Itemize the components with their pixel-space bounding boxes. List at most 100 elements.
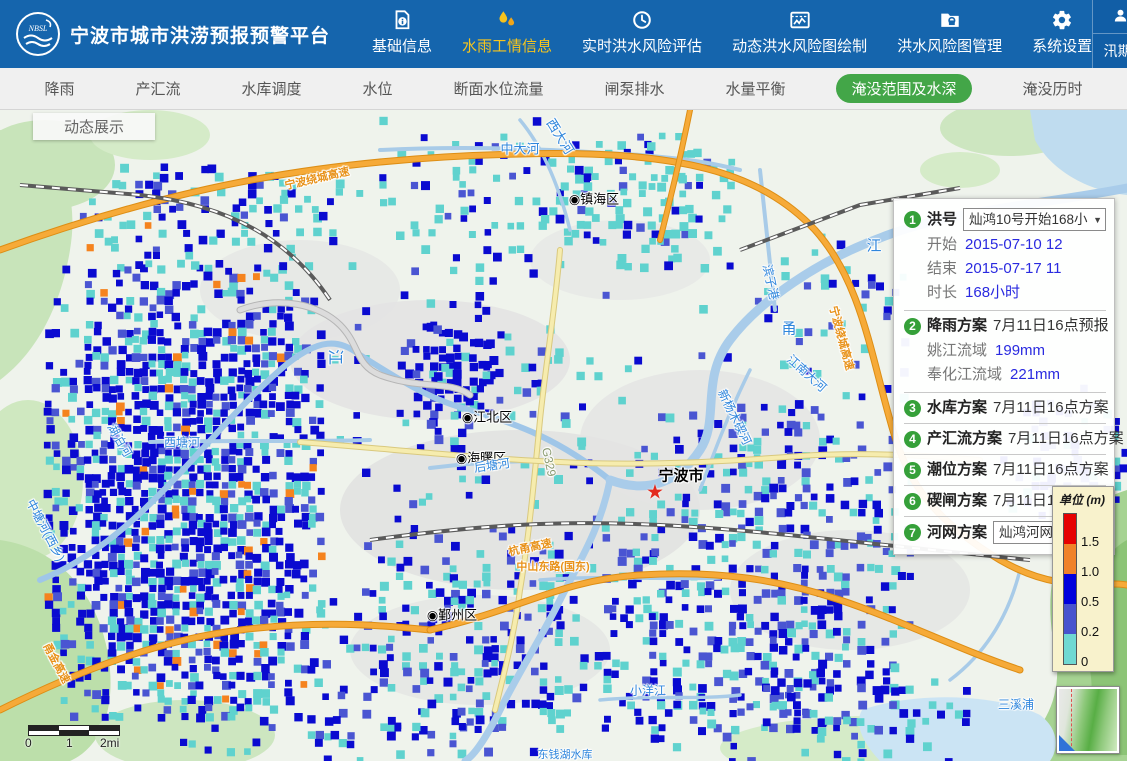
top-nav-item-0[interactable]: 基础信息 (372, 7, 432, 62)
map-label-river: 滨子港 (759, 263, 783, 302)
scheme-label: 水库方案 (927, 397, 987, 419)
water-drops-icon (496, 7, 518, 31)
top-nav-label: 水雨工情信息 (462, 35, 552, 56)
legend-segment (1064, 634, 1076, 664)
map-label-river: 新杨木碶河 (714, 386, 756, 447)
flood-period-button[interactable]: 汛期 (1093, 34, 1127, 68)
scheme-value: 7月11日16点方案 (993, 459, 1109, 481)
legend-color-bar (1063, 513, 1077, 665)
legend-tick-label: 0.2 (1081, 624, 1099, 639)
app-window: NBSL 宁波市城市洪涝预报预警平台 基础信息水雨工情信息实时洪水风险评估动态洪… (0, 0, 1127, 761)
map-label-road: 中山东路(国东) (516, 558, 589, 574)
map-scalebar: 0 1 2mi (28, 725, 124, 750)
top-nav-item-1[interactable]: 水雨工情信息 (462, 7, 552, 62)
top-nav-item-4[interactable]: 洪水风险图管理 (897, 7, 1002, 62)
dynamic-display-button[interactable]: 动态展示 (33, 113, 155, 140)
detail-key: 奉化江流域 (927, 364, 1002, 385)
sub-nav-item-6[interactable]: 水量平衡 (715, 74, 795, 103)
scheme-section-5: 5 潮位方案 7月11日16点方案 (904, 454, 1106, 485)
detail-value: 2015-07-10 12 (965, 234, 1063, 255)
step-number-badge: 5 (904, 462, 921, 479)
folder-lock-icon (938, 7, 962, 31)
legend-segment (1064, 514, 1076, 544)
detail-key: 时长 (927, 282, 957, 303)
user-menu-button[interactable]: 管理员 (1093, 0, 1127, 34)
chevron-down-icon: ▼ (1093, 209, 1102, 231)
sub-nav-item-4[interactable]: 断面水位流量 (443, 74, 553, 103)
map-label-district: ◉江北区 (462, 407, 512, 426)
minimap-collapse-button[interactable] (1059, 735, 1075, 751)
detail-key: 开始 (927, 234, 957, 255)
sub-nav-item-7[interactable]: 淹没范围及水深 (836, 74, 971, 103)
scheme-label: 潮位方案 (927, 459, 987, 481)
scheme-detail-row: 时长168小时 (927, 282, 1106, 303)
overview-minimap[interactable] (1056, 686, 1120, 754)
step-number-badge: 7 (904, 524, 921, 541)
map-viewport[interactable]: ◉镇海区◉江北区◉海曙区◉鄞州区宁波市中大河西大河滨子港后塘河湖泊河中塘河(西乡… (0, 110, 1127, 761)
scheme-detail-row: 结束 2015-07-17 11 (927, 258, 1106, 279)
map-label-river: 甬 (781, 318, 796, 339)
legend-title: 单位 (m) (1059, 491, 1113, 508)
app-logo: NBSL (16, 12, 60, 56)
legend-segment (1064, 544, 1076, 574)
scheme-select-value: 灿鸿10号开始168小 (969, 209, 1088, 231)
legend-segment (1064, 604, 1076, 634)
legend-segment (1064, 574, 1076, 604)
gear-icon (1051, 7, 1073, 31)
map-label-river: 东钱湖水库 (538, 746, 593, 761)
doc-info-icon (391, 7, 413, 31)
scheme-detail-row: 姚江流域199mm (927, 340, 1106, 361)
sub-nav-item-3[interactable]: 水位 (352, 74, 402, 103)
map-label-river: 中塘河(西乡) (23, 496, 70, 564)
scheme-detail-row: 开始 2015-07-10 12 (927, 234, 1106, 255)
map-label-river: 小洋江 (630, 682, 666, 699)
scheme-section-4: 4产汇流方案7月11日16点方案 (904, 423, 1106, 454)
risk-chart-icon (788, 7, 812, 31)
legend-tick-label: 1.5 (1081, 534, 1099, 549)
top-nav-label: 基础信息 (372, 35, 432, 56)
top-nav-item-5[interactable]: 系统设置 (1032, 7, 1092, 62)
top-nav-label: 洪水风险图管理 (897, 35, 1002, 56)
sub-nav-item-5[interactable]: 闸泵排水 (594, 74, 674, 103)
map-label-road: 宁波绕城高速 (283, 163, 351, 193)
scheme-section-2: 2降雨方案7月11日16点预报姚江流域199mm奉化江流域221mm (904, 310, 1106, 392)
top-nav-item-3[interactable]: 动态洪水风险图绘制 (732, 7, 867, 62)
user-icon (1112, 7, 1127, 27)
top-nav: 基础信息 水雨工情信息 实时洪水风险评估 动态洪水风险图绘制 洪水风险图管理 系统设置 (372, 7, 1092, 62)
step-number-badge: 1 (904, 211, 921, 228)
scheme-value: 7月11日16点方案 (993, 397, 1109, 419)
depth-legend: 单位 (m) 1.51.00.50.20 (1052, 486, 1114, 672)
sub-nav-item-1[interactable]: 产汇流 (125, 74, 190, 103)
legend-tick-label: 0 (1081, 654, 1088, 669)
sub-nav-item-0[interactable]: 降雨 (34, 74, 84, 103)
scheme-label: 洪号 (927, 209, 957, 231)
scheme-label: 降雨方案 (927, 315, 987, 337)
map-label-district: ◉鄞州区 (427, 605, 477, 624)
map-label-river: 江 (325, 349, 349, 365)
top-nav-item-2[interactable]: 实时洪水风险评估 (582, 7, 702, 62)
scale-tick: 0 (25, 736, 32, 750)
map-label-city: 宁波市 (658, 465, 703, 486)
top-nav-label: 系统设置 (1032, 35, 1092, 56)
detail-value: 221mm (1010, 364, 1060, 385)
scheme-select[interactable]: 灿鸿10号开始168小▼ (963, 208, 1106, 231)
city-star-icon: ★ (646, 480, 664, 505)
map-label-river: 湖泊河 (104, 420, 137, 460)
scheme-label: 河网方案 (927, 522, 987, 544)
sub-nav-item-8[interactable]: 淹没历时 (1012, 74, 1092, 103)
sub-nav-item-2[interactable]: 水库调度 (231, 74, 311, 103)
header-right-block: 管理员 汛期 (1092, 0, 1127, 68)
map-label-river: 江南大河 (783, 351, 830, 396)
scheme-section-3: 3水库方案7月11日16点方案 (904, 392, 1106, 423)
step-number-badge: 2 (904, 318, 921, 335)
top-nav-label: 实时洪水风险评估 (582, 35, 702, 56)
detail-value: 2015-07-17 11 (965, 258, 1061, 279)
legend-tick-label: 1.0 (1081, 564, 1099, 579)
scheme-value: 7月11日16点方案 (1008, 428, 1124, 450)
top-nav-label: 动态洪水风险图绘制 (732, 35, 867, 56)
step-number-badge: 6 (904, 493, 921, 510)
detail-key: 姚江流域 (927, 340, 987, 361)
map-label-river: 西大河 (543, 114, 580, 157)
detail-key: 结束 (927, 258, 957, 279)
scale-tick: 1 (66, 736, 73, 750)
